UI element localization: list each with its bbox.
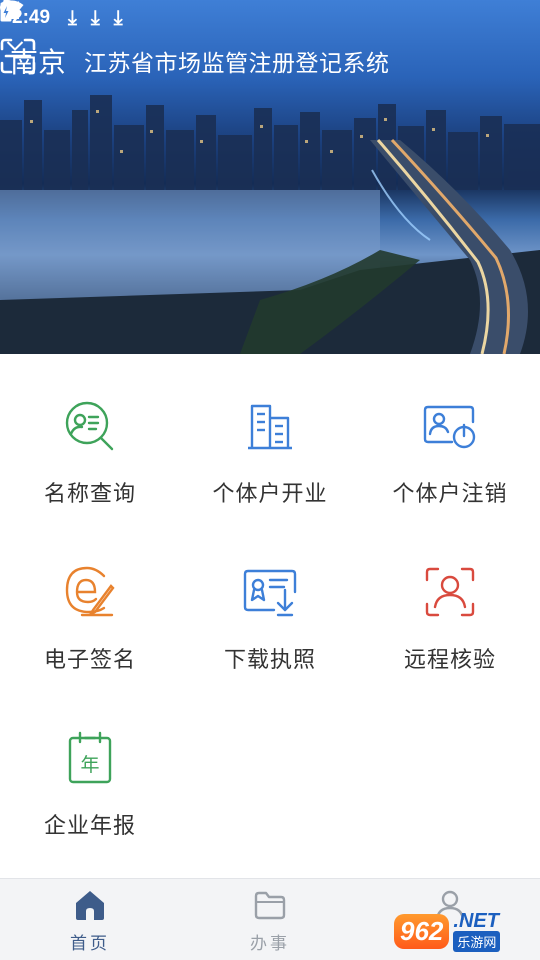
service-label: 远程核验 bbox=[403, 647, 496, 672]
app-header: 南京 江苏省市场监管注册登记系统 bbox=[0, 38, 540, 84]
page-title: 江苏省市场监管注册登记系统 bbox=[84, 50, 390, 76]
service-label: 下载执照 bbox=[223, 647, 316, 672]
service-label: 个体户注销 bbox=[392, 481, 508, 506]
status-bar: 2:49 ⤓ ⤓ ⤓ bbox=[0, 0, 540, 36]
download-icon: ⤓ bbox=[113, 6, 123, 29]
watermark-net: .NET bbox=[453, 909, 499, 932]
name-search-icon bbox=[65, 401, 114, 451]
scan-icon[interactable] bbox=[0, 38, 36, 74]
face-verify-icon bbox=[425, 567, 475, 617]
site-watermark: 962 .NET 乐游网 bbox=[394, 906, 534, 956]
service-label: 电子签名 bbox=[43, 647, 136, 672]
annual-report-icon: 年 bbox=[68, 731, 112, 784]
tab-tasks-label: 办事 bbox=[250, 934, 290, 953]
service-e-sign[interactable]: 电子签名 bbox=[0, 520, 180, 686]
folder-icon bbox=[254, 891, 286, 920]
e-sign-icon bbox=[65, 566, 115, 617]
license-download-icon bbox=[243, 569, 297, 617]
service-name-search[interactable]: 名称查询 bbox=[0, 354, 180, 520]
service-business-close[interactable]: 个体户注销 bbox=[360, 354, 540, 520]
battery-icon bbox=[0, 0, 12, 22]
service-remote-verify[interactable]: 远程核验 bbox=[360, 520, 540, 686]
watermark-badge: 962 bbox=[394, 913, 450, 949]
tab-home-label: 首页 bbox=[70, 934, 110, 953]
hero-banner: 2:49 ⤓ ⤓ ⤓ 南京 江苏省市场监管注册登记系统 bbox=[0, 0, 540, 354]
building-icon bbox=[248, 404, 292, 450]
service-label: 名称查询 bbox=[43, 481, 136, 506]
home-icon bbox=[76, 891, 104, 920]
service-label: 企业年报 bbox=[43, 813, 136, 838]
watermark-cn: 乐游网 bbox=[453, 930, 501, 952]
service-annual-report[interactable]: 年 企业年报 bbox=[0, 686, 180, 852]
service-label: 个体户开业 bbox=[212, 481, 328, 506]
download-icon: ⤓ bbox=[90, 6, 100, 29]
tab-home[interactable]: 首页 bbox=[0, 879, 180, 960]
tab-tasks[interactable]: 办事 bbox=[180, 879, 360, 960]
user-power-icon bbox=[423, 405, 476, 449]
service-business-open[interactable]: 个体户开业 bbox=[180, 354, 360, 520]
service-license-download[interactable]: 下载执照 bbox=[180, 520, 360, 686]
download-icon: ⤓ bbox=[68, 6, 77, 29]
svg-text:年: 年 bbox=[80, 754, 99, 776]
